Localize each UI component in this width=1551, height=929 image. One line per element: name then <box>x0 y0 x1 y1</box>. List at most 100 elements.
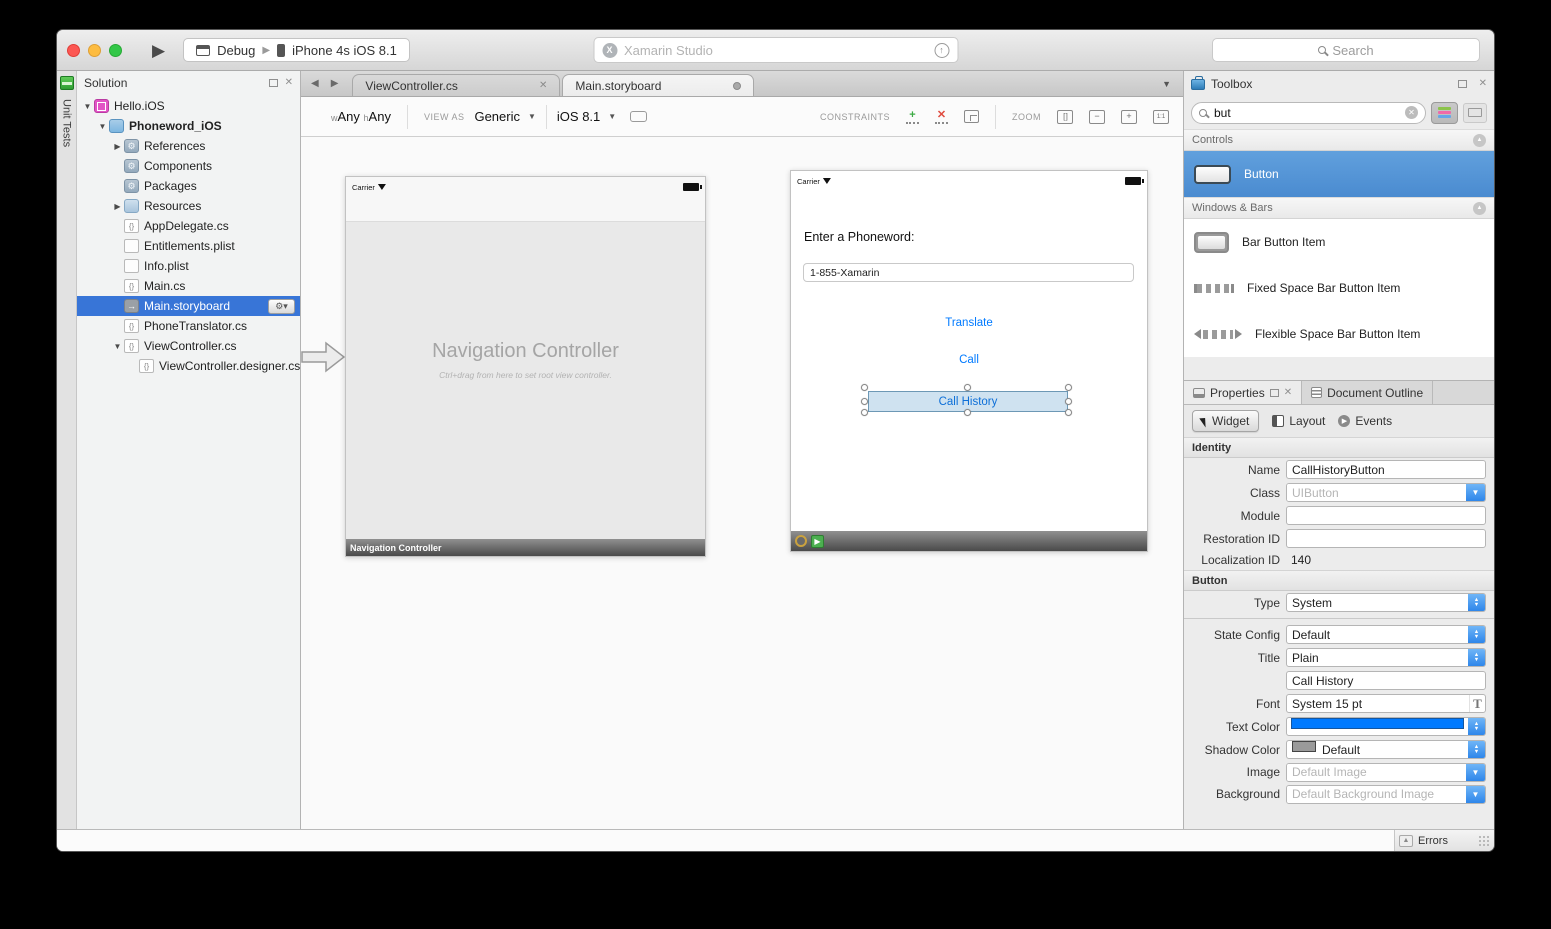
selection-handle[interactable] <box>1065 409 1072 416</box>
tree-item-phonetranslator-cs[interactable]: PhoneTranslator.cs <box>77 316 300 336</box>
navigation-controller-scene[interactable]: Carrier Navigation Controller Ctrl+drag … <box>345 176 706 557</box>
exit-segue-icon[interactable]: ▶ <box>811 535 824 548</box>
expander-down-icon[interactable]: ▼ <box>112 342 123 351</box>
translate-button[interactable]: Translate <box>791 317 1147 329</box>
call-button[interactable]: Call <box>791 354 1147 366</box>
collapse-section-icon[interactable]: ▲ <box>1473 134 1486 147</box>
selection-handle[interactable] <box>1065 398 1072 405</box>
selection-handle[interactable] <box>964 384 971 391</box>
background-combo[interactable]: ▼ <box>1286 785 1486 804</box>
tree-item-viewcontroller-cs[interactable]: ▼ViewController.cs <box>77 336 300 356</box>
update-icon[interactable]: ↑ <box>934 43 949 58</box>
remove-constraint-button[interactable]: ✕ <box>935 110 948 124</box>
selection-handle[interactable] <box>861 384 868 391</box>
tab-viewcontroller-cs[interactable]: ViewController.cs ✕ <box>352 74 560 96</box>
expander-down-icon[interactable]: ▼ <box>82 102 93 111</box>
tree-item-info-plist[interactable]: Info.plist <box>77 256 300 276</box>
identity-section-header[interactable]: Identity <box>1184 437 1494 458</box>
chevron-down-icon[interactable]: ▼ <box>1466 484 1485 501</box>
close-pad-icon[interactable]: ✕ <box>1479 78 1487 89</box>
forward-icon[interactable]: ▶ <box>331 78 339 89</box>
toolbox-section-controls[interactable]: Controls▲ <box>1184 129 1494 151</box>
stepper-icon[interactable]: ▲▼ <box>1468 626 1485 643</box>
zoom-window-button[interactable] <box>109 44 122 57</box>
text-color-select[interactable]: ▲▼ <box>1286 717 1486 736</box>
minimize-window-button[interactable] <box>88 44 101 57</box>
errors-pad-toggle[interactable]: ▲ Errors <box>1395 830 1494 851</box>
resize-grip[interactable] <box>1478 835 1490 847</box>
selection-handle[interactable] <box>964 409 971 416</box>
font-field[interactable]: System 15 pt T <box>1286 694 1486 713</box>
view-as-device-dropdown[interactable]: Generic <box>474 109 520 124</box>
shadow-color-select[interactable]: Default ▲▼ <box>1286 740 1486 759</box>
back-icon[interactable]: ◀ <box>311 78 319 89</box>
title-type-select[interactable]: Plain ▲▼ <box>1286 648 1486 667</box>
stepper-icon[interactable]: ▲▼ <box>1468 741 1485 758</box>
tree-item-resources[interactable]: ▶Resources <box>77 196 300 216</box>
selection-handle[interactable] <box>861 398 868 405</box>
toolbox-item-button[interactable]: Button <box>1184 151 1494 197</box>
stepper-icon[interactable]: ▲▼ <box>1468 718 1485 735</box>
toolbox-search-field[interactable]: ✕ <box>1191 102 1426 124</box>
storyboard-canvas[interactable]: Carrier Navigation Controller Ctrl+drag … <box>301 137 1183 829</box>
zoom-in-button[interactable]: + <box>1121 110 1137 124</box>
chevron-down-icon[interactable]: ▼ <box>608 112 616 121</box>
compact-view-button[interactable] <box>1463 103 1487 123</box>
widget-mode-button[interactable]: Widget <box>1192 410 1259 432</box>
toolbox-search-input[interactable] <box>1212 105 1400 121</box>
background-input[interactable] <box>1287 786 1466 803</box>
expander-right-icon[interactable]: ▶ <box>112 142 123 151</box>
image-input[interactable] <box>1287 764 1466 781</box>
tab-main-storyboard[interactable]: Main.storyboard <box>562 74 754 96</box>
tab-list-dropdown-icon[interactable]: ▼ <box>1162 79 1171 89</box>
stepper-icon[interactable]: ▲▼ <box>1468 594 1485 611</box>
tree-item-main-storyboard[interactable]: Main.storyboard⚙▾ <box>77 296 300 316</box>
phoneword-text-field[interactable] <box>803 263 1134 282</box>
chevron-down-icon[interactable]: ▼ <box>528 112 536 121</box>
tree-item-components[interactable]: Components <box>77 156 300 176</box>
restoration-id-input[interactable] <box>1286 529 1486 548</box>
image-combo[interactable]: ▼ <box>1286 763 1486 782</box>
os-version-dropdown[interactable]: iOS 8.1 <box>557 109 600 124</box>
global-search-input[interactable]: Search <box>1212 38 1480 62</box>
chevron-down-icon[interactable]: ▼ <box>1466 786 1485 803</box>
state-config-select[interactable]: Default ▲▼ <box>1286 625 1486 644</box>
run-button[interactable]: ▶ <box>152 42 165 59</box>
view-controller-scene[interactable]: Carrier Enter a Phoneword: Translate Cal… <box>790 170 1148 552</box>
type-select[interactable]: System ▲▼ <box>1286 593 1486 612</box>
expander-down-icon[interactable]: ▼ <box>97 122 108 131</box>
expander-right-icon[interactable]: ▶ <box>112 202 123 211</box>
title-text-input[interactable] <box>1286 671 1486 690</box>
tree-item-packages[interactable]: Packages <box>77 176 300 196</box>
navigate-back-forward[interactable]: ◀ ▶ <box>311 78 338 89</box>
dock-pad-icon[interactable] <box>1458 80 1467 88</box>
tree-item-references[interactable]: ▶References <box>77 136 300 156</box>
tree-item-viewcontroller-designer-cs[interactable]: ViewController.designer.cs <box>77 356 300 376</box>
toolbox-item-fixed-space-bar-button-item[interactable]: Fixed Space Bar Button Item <box>1184 265 1494 311</box>
collapse-section-icon[interactable]: ▲ <box>1473 202 1486 215</box>
close-window-button[interactable] <box>67 44 80 57</box>
events-mode-button[interactable]: ▶ Events <box>1338 414 1392 428</box>
class-combo[interactable]: ▼ <box>1286 483 1486 502</box>
chevron-down-icon[interactable]: ▼ <box>1466 764 1485 781</box>
button-section-header[interactable]: Button <box>1184 570 1494 591</box>
close-pad-icon[interactable]: ✕ <box>285 77 293 88</box>
size-class-selector[interactable]: wAny hAny <box>331 109 391 124</box>
view-controller-icon[interactable] <box>795 535 807 547</box>
orientation-icon[interactable] <box>630 111 647 122</box>
tree-item-phoneword-ios[interactable]: ▼Phoneword_iOS <box>77 116 300 136</box>
toolbox-item-bar-button-item[interactable]: Bar Button Item <box>1184 219 1494 265</box>
stepper-icon[interactable]: ▲▼ <box>1468 649 1485 666</box>
zoom-actual-size-button[interactable]: 1:1 <box>1153 110 1169 124</box>
tree-item-entitlements-plist[interactable]: Entitlements.plist <box>77 236 300 256</box>
tree-item-appdelegate-cs[interactable]: AppDelegate.cs <box>77 216 300 236</box>
clear-search-icon[interactable]: ✕ <box>1405 106 1418 119</box>
unit-tests-dock[interactable]: Unit Tests <box>57 71 77 829</box>
run-configuration-selector[interactable]: Debug ▶ iPhone 4s iOS 8.1 <box>183 38 410 62</box>
tree-item-main-cs[interactable]: Main.cs <box>77 276 300 296</box>
tree-item-hello-ios[interactable]: ▼Hello.iOS <box>77 96 300 116</box>
name-input[interactable] <box>1286 460 1486 479</box>
class-input[interactable] <box>1287 484 1466 501</box>
update-frames-button[interactable] <box>964 110 979 123</box>
add-constraint-button[interactable]: + <box>906 110 919 124</box>
